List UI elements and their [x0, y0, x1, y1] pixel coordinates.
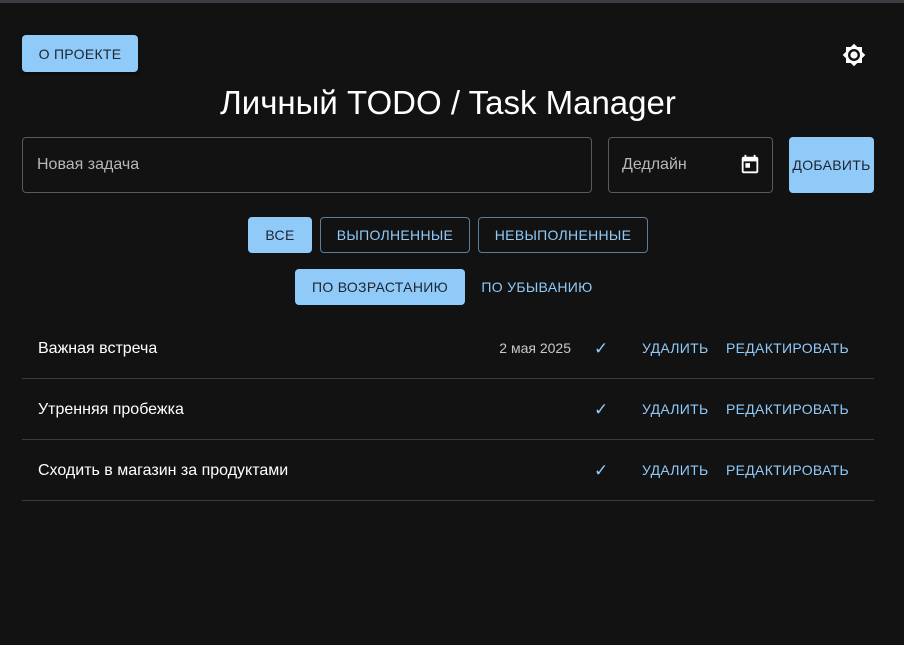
- task-delete-button[interactable]: УДАЛИТЬ: [642, 379, 708, 440]
- task-delete-button[interactable]: УДАЛИТЬ: [642, 318, 708, 379]
- sort-descending-button[interactable]: ПО УБЫВАНИЮ: [473, 269, 601, 305]
- task-edit-button[interactable]: РЕДАКТИРОВАТЬ: [726, 318, 849, 379]
- filter-uncompleted-button[interactable]: НЕВЫПОЛНЕННЫЕ: [478, 217, 648, 253]
- task-row: Утренняя пробежка ✓ УДАЛИТЬ РЕДАКТИРОВАТ…: [22, 379, 874, 440]
- filter-completed-button[interactable]: ВЫПОЛНЕННЫЕ: [320, 217, 470, 253]
- brightness-icon: [842, 43, 866, 67]
- task-title: Утренняя пробежка: [38, 401, 184, 418]
- sort-ascending-button[interactable]: ПО ВОЗРАСТАНИЮ: [295, 269, 465, 305]
- deadline-input[interactable]: Дедлайн: [608, 137, 773, 193]
- task-edit-button[interactable]: РЕДАКТИРОВАТЬ: [726, 379, 849, 440]
- theme-toggle-button[interactable]: [838, 39, 870, 71]
- filter-all-button[interactable]: ВСЕ: [248, 217, 312, 253]
- deadline-placeholder: Дедлайн: [622, 156, 687, 173]
- task-title: Важная встреча: [38, 340, 158, 357]
- task-title: Сходить в магазин за продуктами: [38, 462, 289, 479]
- task-edit-button[interactable]: РЕДАКТИРОВАТЬ: [726, 440, 849, 501]
- about-project-button[interactable]: О ПРОЕКТЕ: [22, 35, 138, 72]
- page-title: Личный TODO / Task Manager: [220, 84, 676, 121]
- calendar-icon[interactable]: [739, 154, 761, 176]
- task-complete-check-icon[interactable]: ✓: [594, 379, 608, 440]
- new-task-placeholder: Новая задача: [37, 156, 140, 173]
- task-row: Сходить в магазин за продуктами ✓ УДАЛИТ…: [22, 440, 874, 501]
- add-task-button[interactable]: ДОБАВИТЬ: [789, 137, 874, 193]
- task-row: Важная встреча 2 мая 2025 ✓ УДАЛИТЬ РЕДА…: [22, 318, 874, 379]
- task-deadline: 2 мая 2025: [499, 340, 571, 356]
- task-delete-button[interactable]: УДАЛИТЬ: [642, 440, 708, 501]
- task-complete-check-icon[interactable]: ✓: [594, 318, 608, 379]
- window-top-border: [0, 0, 904, 3]
- new-task-input[interactable]: Новая задача: [22, 137, 592, 193]
- task-complete-check-icon[interactable]: ✓: [594, 440, 608, 501]
